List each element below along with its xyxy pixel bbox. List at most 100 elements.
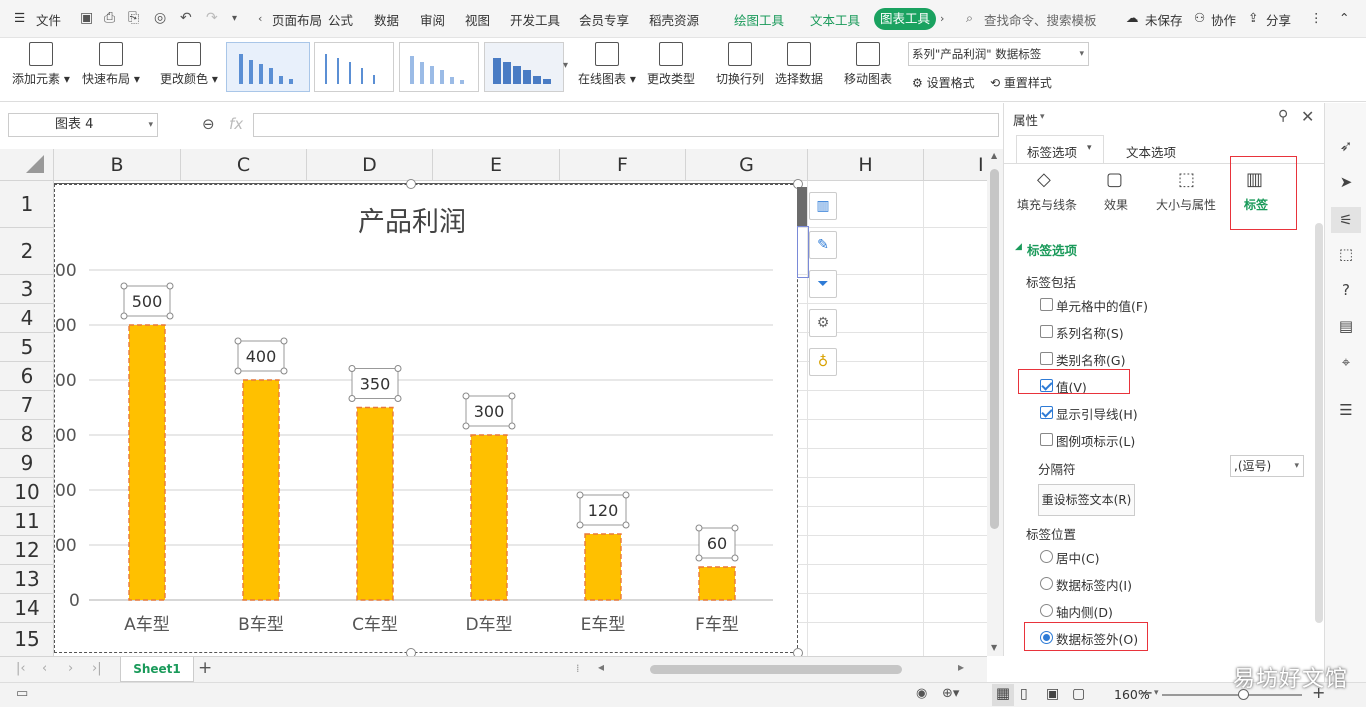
label-handle[interactable] [622, 521, 630, 529]
print-icon[interactable]: ⎘ [128, 10, 139, 26]
chart-idea-icon[interactable]: ♁ [809, 348, 837, 376]
reset-style-button[interactable]: ⟲ 重置样式 [990, 74, 1052, 91]
data-label[interactable]: 400 [246, 347, 277, 366]
zoom-out-icon[interactable]: − [1140, 683, 1153, 702]
move-chart-button[interactable]: 移动图表 [844, 42, 892, 87]
row-13[interactable]: 13 [0, 565, 54, 594]
hscroll-left-icon[interactable]: ◂ [598, 660, 604, 674]
column-G[interactable]: G [686, 149, 808, 181]
data-label[interactable]: 350 [360, 375, 391, 394]
menu-member[interactable]: 会员专享 [579, 10, 629, 29]
fill-line-icon[interactable]: ◇ [1037, 169, 1051, 190]
label-handle[interactable] [394, 365, 402, 372]
chart-elements-icon[interactable]: ▥ [809, 192, 837, 220]
formula-input[interactable] [253, 113, 999, 137]
menu-data[interactable]: 数据 [374, 10, 399, 29]
sub-tab-size-properties[interactable]: 大小与属性 [1156, 196, 1216, 213]
bar[interactable] [242, 379, 280, 601]
section-collapse-icon[interactable]: ◢ [1015, 242, 1022, 252]
chart-style-3[interactable] [399, 42, 479, 92]
close-icon[interactable]: ✕ [1301, 107, 1314, 126]
horizontal-scroll-thumb[interactable] [650, 665, 902, 674]
row-11[interactable]: 11 [0, 507, 54, 536]
label-handle[interactable] [508, 422, 516, 430]
checkbox-category-name[interactable] [1040, 352, 1053, 365]
chart-area[interactable]: 产品利润 500 400 350 300 120 60 00 00 00 00 00 00 0 A车型… [54, 179, 803, 658]
next-sheet-icon[interactable]: › [68, 661, 73, 676]
chart-title[interactable]: 产品利润 [358, 207, 466, 238]
row-8[interactable]: 8 [0, 420, 54, 449]
properties-toggle-icon[interactable]: ⚟ [1331, 207, 1361, 233]
name-box[interactable]: 图表 4 ▾ [8, 113, 158, 137]
row-4[interactable]: 4 [0, 304, 54, 333]
fx-icon[interactable]: fx [229, 115, 243, 133]
select-data-button[interactable]: 选择数据 [775, 42, 823, 87]
sub-tab-effect[interactable]: 效果 [1104, 196, 1128, 213]
add-element-button[interactable]: 添加元素 ▾ [12, 42, 70, 87]
opt-leader-lines[interactable]: 显示引导线(H) [1056, 404, 1138, 423]
menu-developer[interactable]: 开发工具 [510, 10, 560, 29]
bar[interactable] [356, 406, 394, 601]
bar[interactable] [698, 566, 736, 601]
bar[interactable] [470, 434, 508, 601]
collapse-ribbon-icon[interactable]: ⌃ [1339, 10, 1349, 25]
split-icon[interactable]: ⁞ [576, 662, 580, 675]
zoom-slider[interactable] [1162, 694, 1302, 696]
label-handle[interactable] [280, 337, 288, 345]
row-9[interactable]: 9 [0, 449, 54, 478]
collab-button[interactable]: 协作 [1211, 10, 1236, 29]
backup-icon[interactable]: ☰ [1337, 401, 1355, 419]
location-icon[interactable]: ⌖ [1337, 353, 1355, 371]
unsaved-status[interactable]: 未保存 [1145, 10, 1183, 29]
vertical-scrollbar[interactable]: ▲ ▼ [987, 149, 1003, 656]
scroll-down-icon[interactable]: ▼ [991, 643, 997, 652]
share-button[interactable]: 分享 [1266, 10, 1291, 29]
row-1[interactable]: 1 [0, 181, 54, 228]
prev-sheet-icon[interactable]: ‹ [42, 661, 47, 676]
row-14[interactable]: 14 [0, 594, 54, 623]
data-label[interactable]: 120 [588, 501, 619, 520]
scroll-thumb[interactable] [990, 169, 999, 529]
label-handle[interactable] [394, 395, 402, 402]
label-handle[interactable] [120, 312, 128, 320]
menu-view[interactable]: 视图 [465, 10, 490, 29]
redo-icon[interactable]: ↷ [206, 10, 218, 26]
scroll-up-icon[interactable]: ▲ [991, 151, 997, 160]
data-label[interactable]: 500 [132, 292, 163, 311]
pos-center[interactable]: 居中(C) [1056, 548, 1099, 567]
size-properties-icon[interactable]: ⬚ [1178, 169, 1195, 190]
shape-icon[interactable]: ⬚ [1337, 245, 1355, 263]
opt-category-name[interactable]: 类别名称(G) [1056, 350, 1125, 369]
row-2[interactable]: 2 [0, 228, 54, 275]
bar[interactable] [128, 324, 166, 601]
label-handle[interactable] [234, 337, 242, 345]
menu-docer[interactable]: 稻壳资源 [649, 10, 699, 29]
undo-icon[interactable]: ↶ [180, 10, 192, 26]
tab-drawing-tools[interactable]: 绘图工具 [734, 10, 784, 29]
label-handle[interactable] [348, 365, 356, 372]
online-chart-button[interactable]: 在线图表 ▾ [578, 42, 636, 87]
style-gallery-more-icon[interactable]: ▾ [563, 60, 568, 71]
label-handle[interactable] [622, 491, 630, 499]
scroll-left-icon[interactable]: ‹ [258, 12, 262, 25]
zoom-icon[interactable]: ⊖ [202, 115, 215, 133]
add-sheet-icon[interactable]: + [198, 658, 212, 678]
change-type-button[interactable]: 更改类型 [647, 42, 695, 87]
print-preview-icon[interactable]: ◎ [154, 10, 166, 26]
page-break-view-icon[interactable]: ▯ [1020, 686, 1028, 702]
label-handle[interactable] [731, 554, 739, 562]
label-handle[interactable] [234, 367, 242, 375]
column-I[interactable]: I [924, 149, 987, 181]
opt-legend-key[interactable]: 图例项标示(L) [1056, 431, 1135, 450]
menu-page-layout[interactable]: 页面布局 [272, 10, 322, 29]
section-label-options[interactable]: 标签选项 [1027, 240, 1077, 259]
row-5[interactable]: 5 [0, 333, 54, 362]
label-handle[interactable] [576, 521, 584, 529]
hscroll-right-icon[interactable]: ▸ [958, 660, 964, 674]
menu-file[interactable]: 文件 [36, 10, 61, 29]
radio-center[interactable] [1040, 550, 1053, 563]
help-icon[interactable]: ? [1337, 281, 1355, 299]
last-sheet-icon[interactable]: ›| [92, 661, 102, 676]
label-handle[interactable] [120, 282, 128, 290]
layout-mode-icon[interactable]: ⊕▾ [942, 686, 959, 701]
